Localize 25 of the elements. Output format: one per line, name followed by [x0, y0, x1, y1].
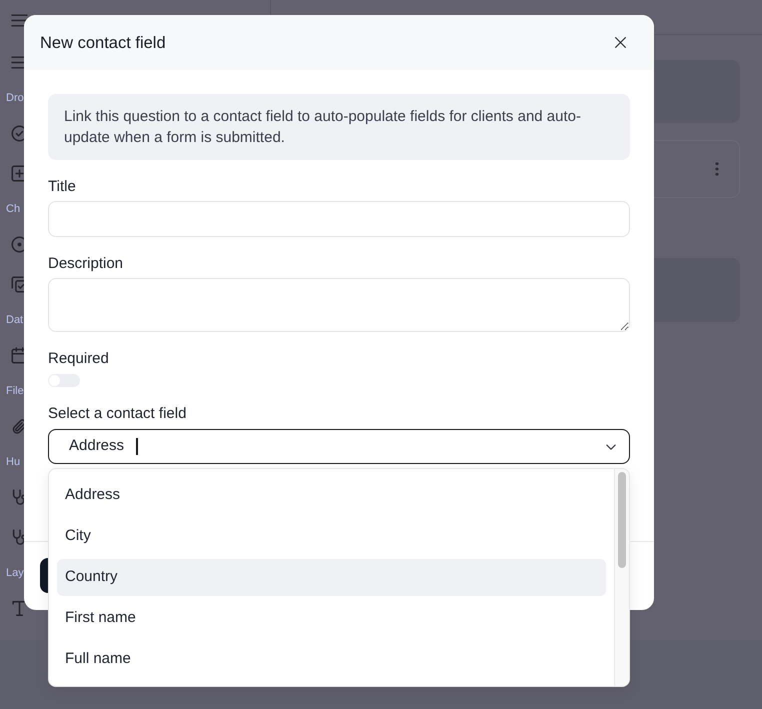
section-label: Ch	[6, 202, 20, 216]
text-cursor	[136, 438, 138, 455]
text-input[interactable]	[48, 201, 630, 237]
textarea-field[interactable]	[48, 278, 630, 332]
dropdown-option[interactable]: City	[57, 518, 606, 555]
dropdown-option[interactable]: Full name	[57, 641, 606, 678]
scrollbar[interactable]	[614, 469, 629, 686]
contact-field-select[interactable]: Address	[48, 429, 630, 464]
dialog-title: New contact field	[40, 32, 166, 54]
field-label: Title	[48, 177, 76, 197]
close-icon	[614, 36, 626, 49]
info-notice: Link this question to a contact field to auto-populate fields for clients and auto-update when a form is submitted.	[48, 94, 630, 160]
dropdown-option[interactable]: Address	[57, 477, 606, 514]
dropdown-option[interactable]: Country	[57, 559, 606, 596]
section-label: File	[6, 384, 24, 398]
section-label: Dro	[6, 90, 24, 104]
section-label: Hu	[6, 454, 20, 468]
dropdown-option[interactable]: First name	[57, 600, 606, 637]
field-label: Select a contact field	[48, 404, 186, 424]
section-label: Lay	[6, 566, 24, 580]
field-label: Required	[48, 349, 109, 369]
section-label: Dat	[6, 312, 24, 326]
scrollbar-thumb[interactable]	[618, 472, 626, 568]
field-label: Description	[48, 254, 124, 274]
menu-icon[interactable]	[11, 12, 28, 28]
